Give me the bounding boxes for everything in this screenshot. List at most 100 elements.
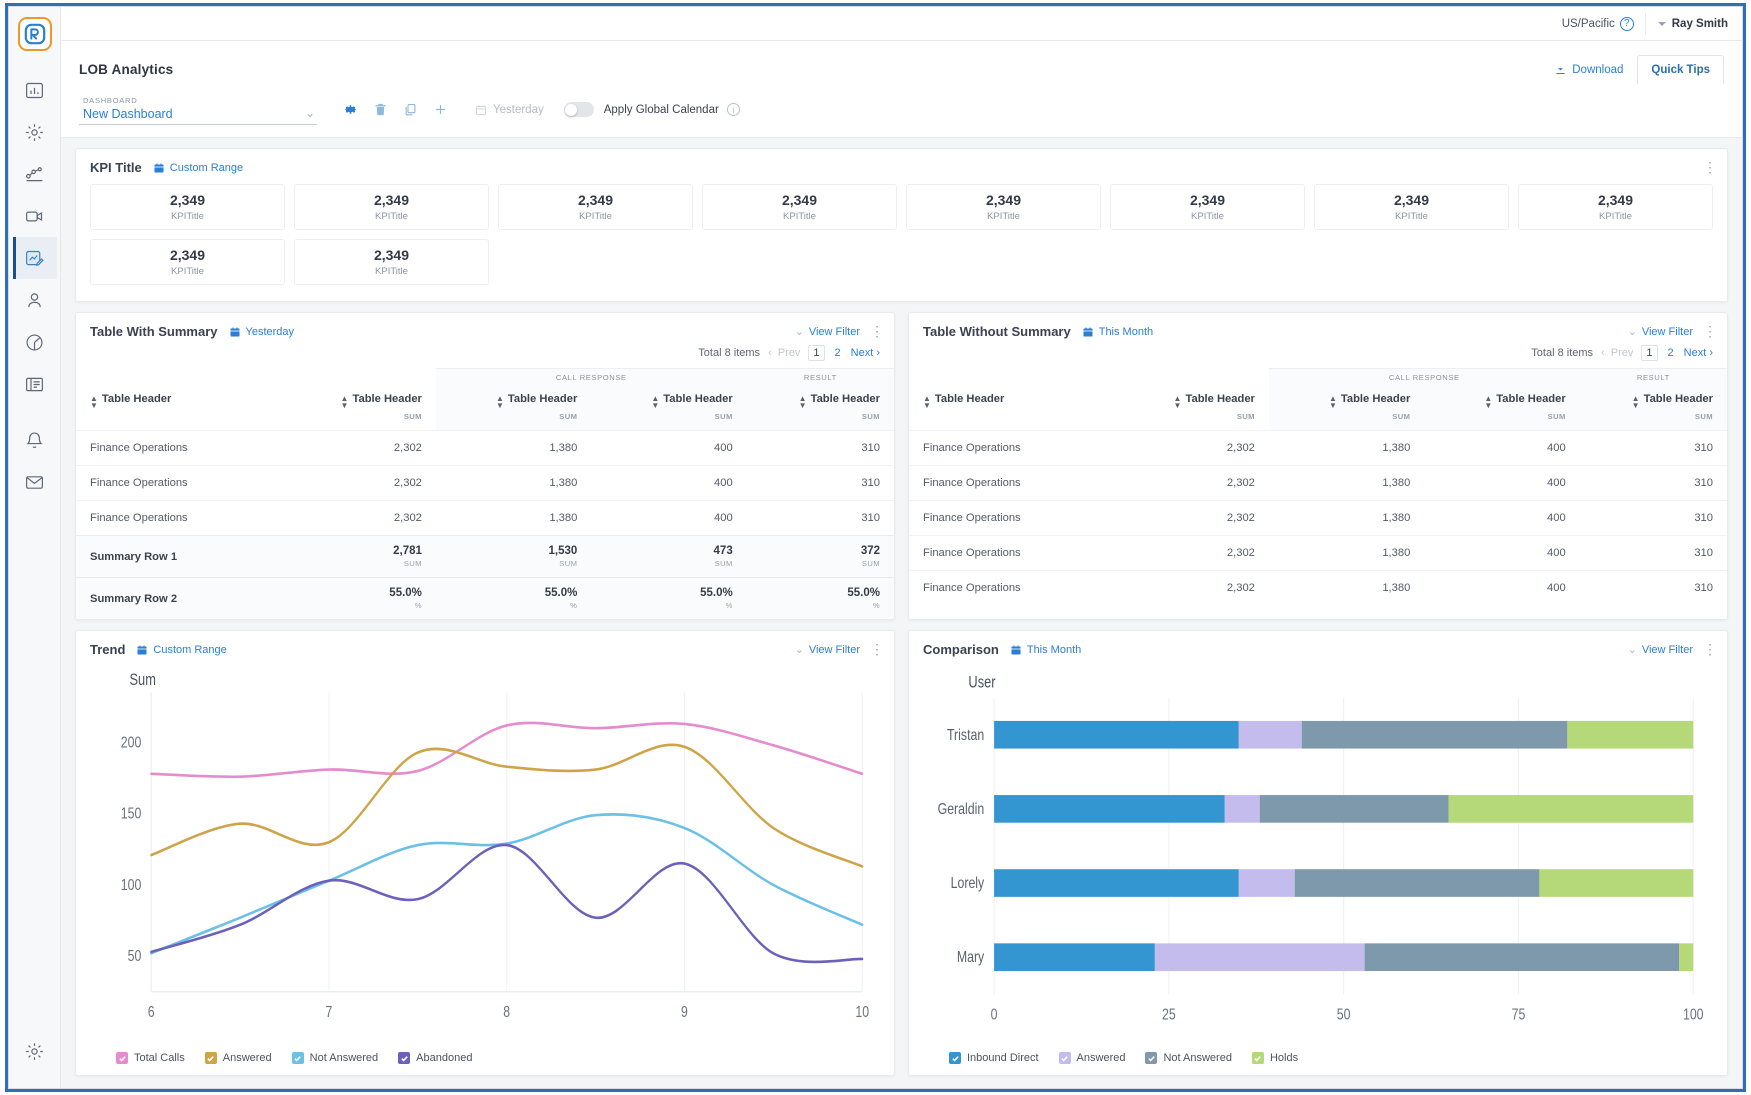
kpi-cell[interactable]: 2,349KPITitle <box>702 184 897 230</box>
timezone-control[interactable]: US/Pacific ? <box>1562 17 1645 31</box>
sort-icon[interactable]: ▲▼ <box>496 394 504 410</box>
help-circle-icon[interactable]: ? <box>1620 17 1634 31</box>
legend-checkbox[interactable] <box>1145 1052 1157 1064</box>
column-header[interactable]: ▲▼Table HeaderSUM <box>1114 385 1269 431</box>
legend-item[interactable]: Holds <box>1252 1052 1298 1064</box>
sort-icon[interactable]: ▲▼ <box>1174 394 1182 410</box>
column-header[interactable]: ▲▼Table Header <box>76 385 281 431</box>
sidebar-item-reports[interactable] <box>13 69 57 111</box>
sidebar-item-analytics[interactable] <box>13 153 57 195</box>
next-page-button[interactable]: Next › <box>1684 347 1713 359</box>
legend-checkbox[interactable] <box>292 1052 304 1064</box>
sort-icon[interactable]: ▲▼ <box>341 394 349 410</box>
table-cell: Finance Operations <box>909 536 1114 571</box>
info-icon[interactable]: i <box>727 103 740 116</box>
table-cell: Finance Operations <box>76 431 281 466</box>
sidebar-item-settings[interactable] <box>13 111 57 153</box>
column-header[interactable]: ▲▼Table HeaderSUM <box>1269 385 1424 431</box>
sort-icon[interactable]: ▲▼ <box>799 394 807 410</box>
sidebar-item-insights[interactable] <box>13 321 57 363</box>
column-header[interactable]: ▲▼Table HeaderSUM <box>591 385 746 431</box>
kpi-cell[interactable]: 2,349KPITitle <box>498 184 693 230</box>
settings-gear-button[interactable] <box>341 101 359 119</box>
sidebar-item-library[interactable] <box>13 363 57 405</box>
kpi-date-range[interactable]: Custom Range <box>153 162 243 174</box>
quick-tips-button[interactable]: Quick Tips <box>1637 55 1724 84</box>
next-page-button[interactable]: Next › <box>851 347 880 359</box>
dashboard-select[interactable]: DASHBOARD New Dashboard ⌄ <box>79 94 317 125</box>
legend-checkbox[interactable] <box>1059 1052 1071 1064</box>
app-logo[interactable] <box>18 17 52 51</box>
download-button[interactable]: Download <box>1555 64 1637 76</box>
legend-item[interactable]: Inbound Direct <box>949 1052 1039 1064</box>
kpi-cell[interactable]: 2,349KPITitle <box>1110 184 1305 230</box>
table-with-summary-view-filter[interactable]: ⌄ View Filter <box>795 325 860 338</box>
legend-checkbox[interactable] <box>1252 1052 1264 1064</box>
column-header[interactable]: ▲▼Table Header <box>909 385 1114 431</box>
table-row: Finance Operations2,3021,380400310 <box>909 431 1727 466</box>
comparison-view-filter[interactable]: ⌄ View Filter <box>1628 643 1693 656</box>
kpi-cell[interactable]: 2,349KPITitle <box>294 239 489 285</box>
kpi-cell[interactable]: 2,349KPITitle <box>906 184 1101 230</box>
kpi-widget-title: KPI Title <box>90 160 142 175</box>
sidebar-item-users[interactable] <box>13 279 57 321</box>
column-header[interactable]: ▲▼Table HeaderSUM <box>1424 385 1579 431</box>
page-1-button[interactable]: 1 <box>1641 345 1657 361</box>
trend-date-range[interactable]: Custom Range <box>136 644 226 656</box>
legend-checkbox[interactable] <box>116 1052 128 1064</box>
prev-page-button[interactable]: ‹ Prev <box>1601 347 1633 359</box>
page-2-button[interactable]: 2 <box>1666 347 1676 359</box>
kpi-cell[interactable]: 2,349KPITitle <box>294 184 489 230</box>
legend-checkbox[interactable] <box>205 1052 217 1064</box>
apply-global-calendar-toggle[interactable] <box>564 102 594 117</box>
kpi-cell[interactable]: 2,349KPITitle <box>1518 184 1713 230</box>
table-without-summary-menu-icon[interactable]: ⋮ <box>1703 327 1713 336</box>
legend-item[interactable]: Abandoned <box>398 1052 472 1064</box>
comparison-menu-icon[interactable]: ⋮ <box>1703 645 1713 654</box>
sidebar-item-notifications[interactable] <box>13 419 57 461</box>
sort-icon[interactable]: ▲▼ <box>923 394 931 410</box>
add-widget-button[interactable] <box>431 101 449 119</box>
table-cell: Finance Operations <box>909 501 1114 536</box>
legend-checkbox[interactable] <box>398 1052 410 1064</box>
table-with-summary-menu-icon[interactable]: ⋮ <box>870 327 880 336</box>
column-header[interactable]: ▲▼Table HeaderSUM <box>747 385 894 431</box>
column-header[interactable]: ▲▼Table HeaderSUM <box>281 385 436 431</box>
column-header-label: Table Header <box>811 393 880 405</box>
bar-segment <box>1679 943 1693 971</box>
sidebar-item-dashboards[interactable] <box>13 237 57 279</box>
kpi-cell[interactable]: 2,349KPITitle <box>1314 184 1509 230</box>
prev-page-button[interactable]: ‹ Prev <box>768 347 800 359</box>
user-menu[interactable]: Ray Smith <box>1645 13 1728 35</box>
sidebar-item-admin-settings[interactable] <box>13 1030 57 1072</box>
global-date-chip[interactable]: Yesterday <box>475 104 544 116</box>
table-without-summary-date-range[interactable]: This Month <box>1082 326 1153 338</box>
table-with-summary-date-range[interactable]: Yesterday <box>229 326 295 338</box>
legend-checkbox[interactable] <box>949 1052 961 1064</box>
trend-menu-icon[interactable]: ⋮ <box>870 645 880 654</box>
legend-item[interactable]: Answered <box>205 1052 272 1064</box>
page-2-button[interactable]: 2 <box>833 347 843 359</box>
column-header[interactable]: ▲▼Table HeaderSUM <box>1580 385 1727 431</box>
sort-icon[interactable]: ▲▼ <box>1484 394 1492 410</box>
comparison-date-range[interactable]: This Month <box>1010 644 1081 656</box>
legend-item[interactable]: Answered <box>1059 1052 1126 1064</box>
legend-item[interactable]: Not Answered <box>292 1052 378 1064</box>
trend-view-filter[interactable]: ⌄ View Filter <box>795 643 860 656</box>
legend-item[interactable]: Total Calls <box>116 1052 185 1064</box>
sort-icon[interactable]: ▲▼ <box>1329 394 1337 410</box>
sort-icon[interactable]: ▲▼ <box>1632 394 1640 410</box>
column-header[interactable]: ▲▼Table HeaderSUM <box>436 385 591 431</box>
kpi-widget-menu-icon[interactable]: ⋮ <box>1703 163 1713 172</box>
sidebar-item-messages[interactable] <box>13 461 57 503</box>
kpi-cell[interactable]: 2,349KPITitle <box>90 184 285 230</box>
delete-dashboard-button[interactable] <box>371 101 389 119</box>
kpi-cell[interactable]: 2,349KPITitle <box>90 239 285 285</box>
table-without-summary-view-filter[interactable]: ⌄ View Filter <box>1628 325 1693 338</box>
page-1-button[interactable]: 1 <box>808 345 824 361</box>
sort-icon[interactable]: ▲▼ <box>651 394 659 410</box>
sort-icon[interactable]: ▲▼ <box>90 394 98 410</box>
sidebar-item-recordings[interactable] <box>13 195 57 237</box>
legend-item[interactable]: Not Answered <box>1145 1052 1231 1064</box>
duplicate-dashboard-button[interactable] <box>401 101 419 119</box>
